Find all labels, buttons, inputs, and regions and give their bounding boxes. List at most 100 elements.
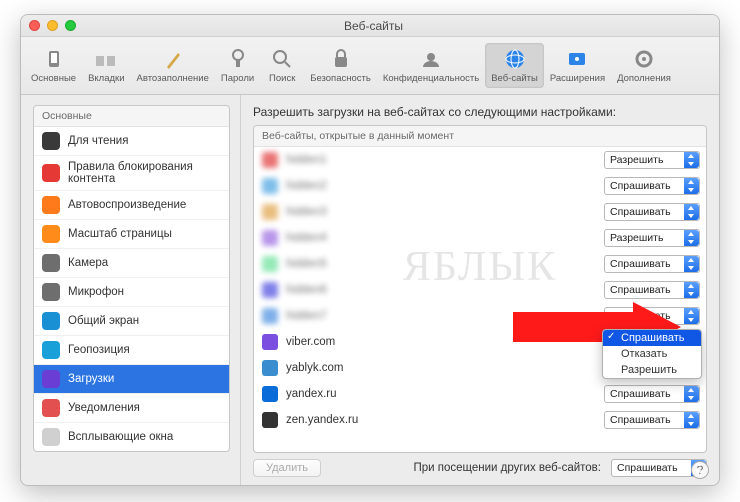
close-icon[interactable] [29,20,40,31]
site-name: yablyk.com [286,362,604,374]
site-name: hidden4 [286,232,604,244]
sidebar-item-1[interactable]: Правила блокирования контента [34,156,229,191]
sidebar-item-label: Масштаб страницы [68,228,172,240]
tab-tabs[interactable]: Вкладки [82,43,130,88]
dropdown-option[interactable]: Спрашивать [603,330,701,346]
site-row[interactable]: hidden5Спрашивать [254,251,706,277]
permission-select[interactable]: Спрашивать [604,385,700,403]
sidebar: Основные Для чтения Правила блокирования … [21,95,241,485]
sidebar-item-icon [42,399,60,417]
extensions-icon [565,47,589,71]
site-row[interactable]: zen.yandex.ruСпрашивать [254,407,706,433]
favicon-icon [262,282,278,298]
sidebar-item-10[interactable]: Всплывающие окна [34,423,229,451]
autofill-icon [161,47,185,71]
search-icon [270,47,294,71]
window-title: Веб-сайты [76,19,671,33]
site-row[interactable]: yandex.ruСпрашивать [254,381,706,407]
websites-icon [503,47,527,71]
favicon-icon [262,230,278,246]
site-row[interactable]: hidden2Спрашивать [254,173,706,199]
dropdown-option[interactable]: Отказать [603,346,701,362]
main-heading: Разрешить загрузки на веб-сайтах со след… [253,105,707,119]
tabs-icon [94,47,118,71]
sidebar-item-6[interactable]: Общий экран [34,307,229,336]
favicon-icon [262,204,278,220]
sidebar-item-2[interactable]: Автовоспроизведение [34,191,229,220]
permission-dropdown-menu[interactable]: СпрашиватьОтказатьРазрешить [602,329,702,379]
zoom-icon[interactable] [65,20,76,31]
site-row[interactable]: hidden3Спрашивать [254,199,706,225]
sidebar-item-label: Загрузки [68,373,114,385]
sidebar-item-label: Геопозиция [68,344,130,356]
tab-websites[interactable]: Веб-сайты [485,43,544,88]
site-name: hidden3 [286,206,604,218]
sidebar-item-icon [42,225,60,243]
sidebar-item-label: Микрофон [68,286,124,298]
websites-list: Веб-сайты, открытые в данный момент hidd… [253,125,707,453]
privacy-icon [419,47,443,71]
site-row[interactable]: hidden6Спрашивать [254,277,706,303]
tab-security[interactable]: Безопасность [304,43,377,88]
favicon-icon [262,178,278,194]
sidebar-item-label: Всплывающие окна [68,431,173,443]
advanced-icon [632,47,656,71]
sidebar-item-icon [42,283,60,301]
sidebar-item-8[interactable]: Загрузки [34,365,229,394]
delete-button[interactable]: Удалить [253,459,321,477]
tab-general[interactable]: Основные [25,43,82,88]
tab-search[interactable]: Поиск [260,43,304,88]
sidebar-item-icon [42,164,60,182]
footer-label: При посещении других веб-сайтов: [413,462,601,474]
sidebar-item-7[interactable]: Геопозиция [34,336,229,365]
tab-passwords[interactable]: Пароли [215,43,260,88]
favicon-icon [262,360,278,376]
site-row[interactable]: hidden4Разрешить [254,225,706,251]
tab-extensions[interactable]: Расширения [544,43,611,88]
permission-select[interactable]: Спрашивать [604,411,700,429]
site-row[interactable]: viber.comСпрашиватьОтказатьРазрешить [254,329,706,355]
permission-select[interactable]: Спрашивать [604,203,700,221]
sidebar-item-label: Уведомления [68,402,140,414]
sidebar-item-label: Автовоспроизведение [68,199,186,211]
permission-select[interactable]: Разрешить [604,229,700,247]
permission-select[interactable]: Спрашивать [604,255,700,273]
sidebar-item-icon [42,132,60,150]
tab-advanced[interactable]: Дополнения [611,43,677,88]
sidebar-item-0[interactable]: Для чтения [34,127,229,156]
site-name: hidden2 [286,180,604,192]
favicon-icon [262,256,278,272]
permission-select[interactable]: Спрашивать [604,307,700,325]
site-row[interactable]: hidden1Разрешить [254,147,706,173]
favicon-icon [262,152,278,168]
sidebar-item-icon [42,312,60,330]
sidebar-header: Основные [34,106,229,127]
preferences-toolbar: Основные Вкладки Автозаполнение Пароли П… [21,37,719,95]
site-name: hidden6 [286,284,604,296]
site-row[interactable]: hidden7Спрашивать [254,303,706,329]
sidebar-item-icon [42,196,60,214]
dropdown-option[interactable]: Разрешить [603,362,701,378]
minimize-icon[interactable] [47,20,58,31]
tab-autofill[interactable]: Автозаполнение [131,43,215,88]
preferences-window: Веб-сайты Основные Вкладки Автозаполнени… [20,14,720,486]
sidebar-item-5[interactable]: Микрофон [34,278,229,307]
sidebar-item-icon [42,370,60,388]
sidebar-item-9[interactable]: Уведомления [34,394,229,423]
sidebar-item-icon [42,428,60,446]
sidebar-item-4[interactable]: Камера [34,249,229,278]
titlebar: Веб-сайты [21,15,719,37]
general-icon [42,47,66,71]
site-name: yandex.ru [286,388,604,400]
sidebar-item-label: Общий экран [68,315,139,327]
permission-select[interactable]: Спрашивать [604,177,700,195]
tab-privacy[interactable]: Конфиденциальность [377,43,485,88]
favicon-icon [262,386,278,402]
permission-select[interactable]: Разрешить [604,151,700,169]
permission-select[interactable]: Спрашивать [604,281,700,299]
sidebar-item-label: Для чтения [68,135,128,147]
sidebar-item-3[interactable]: Масштаб страницы [34,220,229,249]
list-header: Веб-сайты, открытые в данный момент [254,126,706,147]
sidebar-item-label: Правила блокирования контента [68,161,221,185]
passwords-icon [226,47,250,71]
